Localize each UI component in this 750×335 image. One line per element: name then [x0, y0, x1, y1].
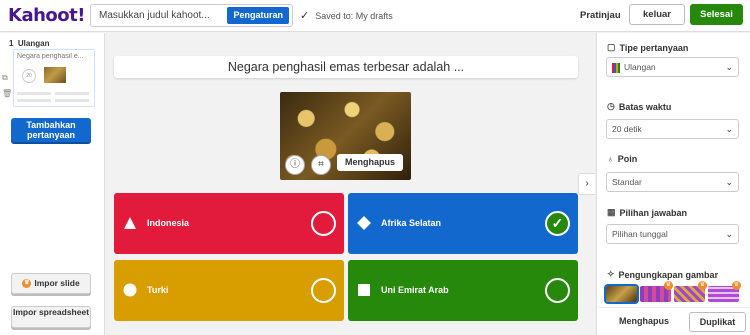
settings-button[interactable]: Pengaturan	[227, 7, 289, 24]
preview-button[interactable]: Pratinjau	[580, 10, 621, 21]
title-input-placeholder: Masukkan judul kahoot...	[99, 10, 210, 21]
answer-options-label: Pilihan jawaban	[619, 207, 688, 218]
slide-thumbnail-image	[44, 67, 66, 83]
question-input[interactable]: Negara penghasil emas terbesar adalah ..…	[114, 56, 578, 78]
image-reveal-option[interactable]: ♛	[708, 281, 741, 302]
save-status: ✓ Saved to: My drafts	[300, 9, 393, 22]
thumb-answer-bar	[17, 99, 51, 102]
time-limit-heading: ◷ Batas waktu	[607, 101, 671, 112]
answer-3[interactable]: Turki	[114, 260, 344, 321]
chevron-down-icon: ⌄	[725, 229, 733, 239]
thumb-answer-bar	[55, 99, 89, 102]
answer-options-value: Pilihan tunggal	[612, 229, 668, 239]
panel-footer: Menghapus Duplikat	[597, 307, 750, 335]
points-select[interactable]: Standar ⌄	[606, 172, 739, 192]
checkmark-icon: ✓	[551, 215, 564, 231]
kahoot-logo[interactable]: Kahoot!	[8, 5, 85, 26]
medal-icon: ♁	[607, 154, 614, 164]
thumb-answer-bar	[17, 92, 51, 95]
answer-2-label: Afrika Selatan	[381, 218, 442, 228]
slide-sidebar: 1 Ulangan ⧉ 🗑 Negara penghasil e... 20 T…	[0, 33, 105, 335]
collapse-panel-chevron-icon[interactable]: ›	[578, 173, 595, 195]
question-type-select[interactable]: Ulangan ⌄	[606, 57, 739, 77]
delete-slide-icon[interactable]: 🗑	[2, 89, 12, 98]
import-slide-label: Impor slide	[34, 278, 80, 288]
title-input[interactable]: Masukkan judul kahoot... Pengaturan	[90, 4, 293, 27]
question-type-icon: ▢	[607, 42, 616, 52]
slide-timer-badge: 20	[22, 69, 36, 83]
answer-3-label: Turki	[147, 285, 169, 295]
points-value: Standar	[612, 177, 642, 187]
top-bar: Kahoot! Masukkan judul kahoot... Pengatu…	[0, 0, 750, 32]
answer-1-label: Indonesia	[147, 218, 190, 228]
answer-2[interactable]: Afrika Selatan ✓	[348, 193, 578, 254]
answer-4-correct-toggle[interactable]	[545, 278, 570, 303]
time-limit-value: 20 detik	[612, 124, 642, 134]
triangle-icon	[124, 217, 136, 229]
check-icon: ✓	[300, 10, 310, 22]
import-slide-button[interactable]: ♛ Impor slide	[11, 273, 91, 294]
done-button[interactable]: Selesai	[690, 4, 743, 25]
duplicate-button[interactable]: Duplikat	[689, 312, 746, 332]
chevron-down-icon: ⌄	[725, 177, 733, 187]
crown-icon: ♛	[732, 281, 741, 290]
import-spreadsheet-button[interactable]: Impor spreadsheet	[11, 306, 91, 328]
answer-3-correct-toggle[interactable]	[311, 278, 336, 303]
points-label: Poin	[617, 154, 638, 164]
image-reveal-option[interactable]	[604, 284, 639, 304]
slide-number: 1	[9, 39, 14, 48]
image-reveal-option[interactable]: ♛	[674, 281, 707, 302]
image-reveal-heading: ✧ Pengungkapan gambar	[607, 269, 718, 280]
duplicate-slide-icon[interactable]: ⧉	[2, 73, 8, 83]
crop-icon[interactable]: ⌗	[311, 155, 331, 175]
question-type-value: Ulangan	[624, 62, 656, 72]
points-heading: ♁ Poin	[607, 154, 637, 164]
answer-2-correct-toggle[interactable]: ✓	[545, 211, 570, 236]
question-type-heading: ▢ Tipe pertanyaan	[607, 42, 688, 53]
image-reveal-option[interactable]: ♛	[640, 281, 673, 302]
answer-1-correct-toggle[interactable]	[311, 211, 336, 236]
square-icon	[358, 284, 370, 296]
chevron-down-icon: ⌄	[725, 62, 733, 72]
question-type-label: Tipe pertanyaan	[619, 42, 689, 53]
image-reveal-options: ♛ ♛ ♛	[604, 281, 741, 304]
slide-header: 1 Ulangan	[9, 39, 49, 48]
time-limit-label: Batas waktu	[618, 101, 672, 112]
settings-panel: ▢ Tipe pertanyaan Ulangan ⌄ ◷ Batas waktu …	[596, 33, 750, 335]
slide-type: Ulangan	[17, 39, 50, 48]
answer-4[interactable]: Uni Emirat Arab	[348, 260, 578, 321]
answer-4-label: Uni Emirat Arab	[381, 285, 449, 295]
slide-thumbnail[interactable]: Negara penghasil e... 20	[13, 49, 95, 107]
chevron-down-icon: ⌄	[725, 124, 733, 134]
delete-button[interactable]: Menghapus	[619, 316, 669, 326]
quiz-icon	[612, 62, 620, 73]
save-status-text: Saved to: My drafts	[315, 10, 393, 21]
time-limit-select[interactable]: 20 detik ⌄	[606, 119, 739, 139]
answer-1[interactable]: Indonesia	[114, 193, 344, 254]
clock-icon: ◷	[607, 101, 615, 111]
exit-button[interactable]: keluar	[629, 4, 685, 25]
answer-options-heading: ▦ Pilihan jawaban	[607, 207, 687, 218]
image-reveal-label: Pengungkapan gambar	[618, 269, 719, 280]
info-icon[interactable]: ⓘ	[285, 155, 305, 175]
magic-wand-icon: ✧	[607, 269, 615, 279]
answer-options-select[interactable]: Pilihan tunggal ⌄	[606, 224, 739, 244]
slide-thumbnail-text: Negara penghasil e...	[17, 53, 84, 60]
crown-icon: ♛	[22, 279, 32, 289]
crown-icon: ♛	[664, 281, 673, 290]
grid-icon: ▦	[607, 207, 616, 217]
remove-image-button[interactable]: Menghapus	[337, 154, 403, 171]
crown-icon: ♛	[698, 281, 707, 290]
diamond-icon	[357, 216, 371, 230]
thumb-answer-bar	[55, 92, 89, 95]
add-question-button[interactable]: Tambahkan pertanyaan	[11, 118, 91, 142]
circle-icon	[123, 283, 137, 297]
